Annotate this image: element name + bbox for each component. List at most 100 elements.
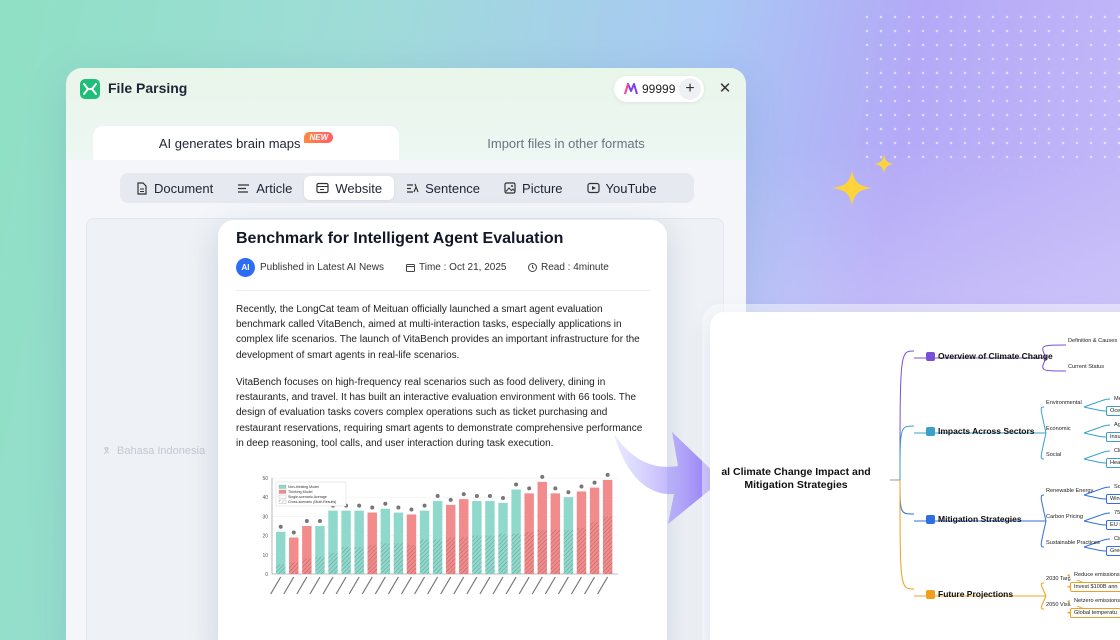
mindmap-leaf[interactable]: EU ETS redu xyxy=(1106,520,1120,530)
chart-model-logo-icon xyxy=(592,480,597,485)
mindmap-subtopic[interactable]: Social xyxy=(1046,452,1061,458)
chart-model-logo-icon xyxy=(566,490,571,495)
chart-model-logo-icon xyxy=(553,486,558,491)
mindmap-leaf[interactable]: Solar ca xyxy=(1110,482,1120,492)
chart-x-tick-label xyxy=(309,576,321,595)
source-type-label: Picture xyxy=(522,180,563,196)
mindmap-leaf[interactable]: Global temperatu xyxy=(1070,608,1120,618)
chart-bar-cross-segment xyxy=(406,545,417,574)
chart-model-logo-icon xyxy=(474,494,479,499)
article-paragraph: Recently, the LongCat team of Meituan of… xyxy=(236,304,640,361)
mindmap-leaf-connector xyxy=(1083,432,1107,438)
mindmap-subtopic[interactable]: Carbon Pricing xyxy=(1046,514,1083,520)
chart-model-logo-icon xyxy=(291,530,296,535)
chart-model-logo-icon xyxy=(579,484,584,489)
mindmap-leaf-connector xyxy=(1083,458,1107,464)
mindmap-subtopic[interactable]: Economic xyxy=(1046,426,1071,432)
mindmap-leaf-connector xyxy=(1083,520,1107,526)
source-type-website[interactable]: Website xyxy=(304,176,395,200)
article-title: Benchmark for Intelligent Agent Evaluati… xyxy=(236,230,564,247)
source-type-sentence[interactable]: Sentence xyxy=(394,176,492,200)
mindmap-leaf[interactable]: 75+ countr xyxy=(1110,508,1120,518)
source-type-article[interactable]: Article xyxy=(225,176,304,200)
article-publisher: Published in Latest AI News xyxy=(260,262,384,273)
mindmap-leaf[interactable]: Wind p xyxy=(1106,494,1120,504)
mindmap-leaf[interactable]: Green xyxy=(1106,546,1120,556)
mindmap-subtopic[interactable]: Sustainable Practices xyxy=(1046,540,1100,546)
mindmap-leaf[interactable]: Ocean a xyxy=(1106,406,1120,416)
chart-x-tick-label xyxy=(557,576,569,595)
close-icon[interactable]: ✕ xyxy=(716,79,734,97)
mindmap-subtopic[interactable]: Environmental xyxy=(1046,400,1082,406)
chart-x-tick-label xyxy=(387,576,399,595)
mindmap-subtopic[interactable]: Current Status xyxy=(1068,364,1104,370)
mindmap-branch[interactable]: Impacts Across Sectors xyxy=(926,426,1035,436)
chart-x-tick-label xyxy=(479,576,491,595)
chart-y-tick-label: 50 xyxy=(262,476,268,482)
mindmap-leaf[interactable]: Circ xyxy=(1110,534,1120,544)
mindmap-branch[interactable]: Future Projections xyxy=(926,589,1013,599)
mindmap-branch-connector xyxy=(899,425,915,481)
source-type-picture[interactable]: Picture xyxy=(492,176,574,200)
mindmap-subtopic[interactable]: Definition & Causes xyxy=(1068,338,1117,344)
source-type-label: Sentence xyxy=(425,180,481,196)
sparkle-icon xyxy=(832,154,894,206)
chart-x-tick-label xyxy=(270,576,282,595)
mindmap-subtopic[interactable]: Renewable Energy xyxy=(1046,488,1093,494)
chart-bar-cross-segment xyxy=(419,539,430,574)
youtube-icon xyxy=(586,182,600,194)
mindmap-leaf[interactable]: Health risk heat xyxy=(1106,458,1120,468)
chart-bar-cross-segment xyxy=(341,547,351,574)
chart-x-tick-label xyxy=(427,576,439,595)
chart-x-tick-label xyxy=(544,576,556,595)
mindmap-leaf-connector xyxy=(1083,546,1107,552)
chart-model-logo-icon xyxy=(396,505,401,510)
chart-bar-cross-segment xyxy=(276,564,286,574)
chart-model-logo-icon xyxy=(605,472,610,477)
tab-label: AI generates brain maps xyxy=(158,135,301,151)
mindmap-leaf-connector xyxy=(1083,406,1107,412)
benchmark-chart: 0 10 20 30 40 50 Non-thinking Model Thinking Mo… xyxy=(248,460,628,640)
picture-icon xyxy=(504,182,516,194)
window-title: File Parsing xyxy=(108,80,188,96)
mindmap-leaf[interactable]: Insurance co xyxy=(1106,432,1120,442)
chart-model-logo-icon xyxy=(317,519,322,523)
dot-pattern xyxy=(860,10,1120,170)
chart-legend-entry: Non-thinking Model xyxy=(288,485,319,489)
chart-legend-swatch xyxy=(278,499,287,504)
chart-x-tick-label xyxy=(466,576,478,595)
chart-model-logo-icon xyxy=(304,519,309,523)
chart-bar-cross-segment xyxy=(511,533,521,574)
branch-icon xyxy=(926,514,935,524)
chart-x-tick-label xyxy=(414,576,426,595)
chart-bar-cross-segment xyxy=(289,562,299,574)
chart-bar-cross-segment xyxy=(432,539,443,574)
chart-bar-cross-segment xyxy=(602,516,613,574)
chart-x-tick-label xyxy=(400,576,412,595)
mindmap-branch-label: Overview of Climate Change xyxy=(938,351,1053,361)
avatar: AI xyxy=(236,258,255,277)
source-type-label: Document xyxy=(154,180,214,196)
tab-import-files[interactable]: Import files in other formats xyxy=(406,126,726,160)
mindmap-branch[interactable]: Mitigation Strategies xyxy=(926,514,1022,524)
chart-legend-entry: Thinking Model xyxy=(288,490,313,494)
mindmap-leaf[interactable]: Climate refugees xyxy=(1110,446,1120,456)
tab-ai-brain-maps[interactable]: AI generates brain maps NEW xyxy=(93,126,399,160)
branch-icon xyxy=(926,351,935,361)
source-type-document[interactable]: Document xyxy=(124,176,225,200)
chart-x-tick-label xyxy=(492,576,504,595)
window-header: File Parsing 99999 + ✕ xyxy=(66,68,746,126)
add-credits-button[interactable]: + xyxy=(679,78,701,100)
mindmap-leaf[interactable]: Invest $100B ann xyxy=(1070,582,1120,592)
source-type-youtube[interactable]: YouTube xyxy=(575,176,669,200)
mindmap-branch[interactable]: Overview of Climate Change xyxy=(926,351,1053,361)
mindmap-leaf[interactable]: Melting xyxy=(1110,394,1120,404)
chart-x-tick-label xyxy=(531,576,543,595)
mindmap-leaf[interactable]: Reduce emissions xyxy=(1070,570,1120,580)
mindmap-leaf[interactable]: Agricultural xyxy=(1110,420,1120,430)
calendar-icon xyxy=(406,264,415,272)
article-meta: AI Published in Latest AI News Time : Oc… xyxy=(236,258,656,278)
mindmap-leaf[interactable]: Netzero emissions xyxy=(1070,596,1120,606)
chart-x-tick-label xyxy=(374,576,386,595)
chart-bar-cross-segment xyxy=(537,529,547,574)
